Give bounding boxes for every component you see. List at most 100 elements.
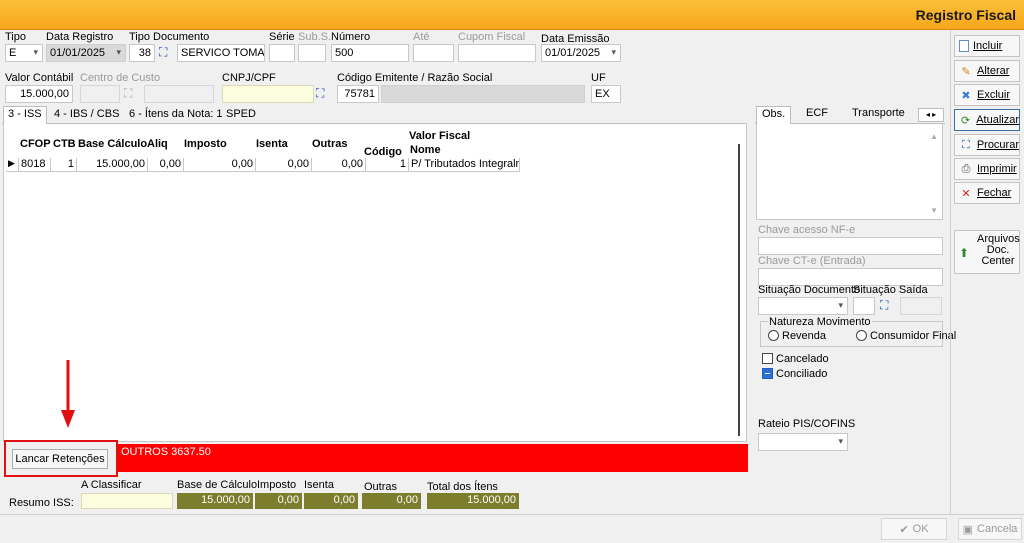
centro-custo-input[interactable] bbox=[80, 85, 120, 103]
chave-cte-label: Chave CT-e (Entrada) bbox=[758, 255, 866, 267]
codigo-emitente-label: Código Emitente / Razão Social bbox=[337, 72, 493, 84]
annotation-arrow-icon bbox=[61, 360, 75, 428]
scroll-down-icon[interactable]: ▼ bbox=[930, 206, 938, 215]
cupom-fiscal-label: Cupom Fiscal bbox=[458, 31, 526, 43]
cell-ctb[interactable]: 1 bbox=[51, 158, 77, 172]
serie-label: Série bbox=[269, 31, 295, 43]
numero-input[interactable]: 500 bbox=[331, 44, 409, 62]
col-codigo[interactable]: Código bbox=[364, 146, 402, 158]
col-isenta[interactable]: Isenta bbox=[256, 138, 288, 150]
grid-scrollbar[interactable] bbox=[738, 144, 740, 436]
situacao-documento-select[interactable]: ▾ bbox=[758, 297, 848, 315]
arquivos-doc-center-button[interactable]: ⬆ Arquivos Doc. Center bbox=[954, 230, 1020, 274]
atualizar-button[interactable]: ⟳ Atualizar bbox=[954, 109, 1020, 131]
sidebar-divider bbox=[950, 30, 951, 514]
col-imposto[interactable]: Imposto bbox=[184, 138, 227, 150]
cell-aliq[interactable]: 0,00 bbox=[148, 158, 184, 172]
tab-obs[interactable]: Obs. bbox=[756, 106, 792, 125]
tab-ecf[interactable]: ECF bbox=[806, 107, 828, 119]
binoculars-icon[interactable]: ⛶ bbox=[316, 86, 324, 101]
cell-nome[interactable]: P/ Tributados Integralmer bbox=[409, 158, 520, 172]
excluir-button[interactable]: ✖ Excluir bbox=[954, 84, 1020, 106]
situacao-saida-label: Situação Saída bbox=[853, 284, 928, 296]
binoculars-icon[interactable]: ⛶ bbox=[159, 45, 167, 60]
outras-label: Outras bbox=[364, 481, 398, 493]
footer-divider bbox=[0, 514, 1024, 515]
close-icon: ✕ bbox=[961, 187, 971, 200]
refresh-icon: ⟳ bbox=[960, 114, 971, 127]
imposto-label: Imposto bbox=[257, 479, 297, 491]
codigo-emitente-input[interactable]: 75781 bbox=[337, 85, 379, 103]
base-calculo-total: 15.000,00 bbox=[177, 493, 253, 509]
tab-itens-nota[interactable]: 6 - Ítens da Nota: 1 bbox=[125, 107, 227, 121]
procurar-button[interactable]: ⛶ Procurar bbox=[954, 134, 1020, 156]
chevron-down-icon: ▾ bbox=[838, 436, 843, 446]
tab-scroll-arrows-icon[interactable]: ◂ ▸ bbox=[918, 108, 944, 122]
binoculars-icon[interactable]: ⛶ bbox=[880, 298, 888, 313]
check-icon: ✔ bbox=[899, 523, 909, 536]
tipo-documento-code[interactable]: 38 bbox=[129, 44, 155, 62]
chevron-down-icon: ▾ bbox=[116, 47, 121, 57]
col-base-calculo[interactable]: Base Cálculo bbox=[78, 138, 147, 150]
conciliado-checkbox[interactable]: Conciliado bbox=[762, 368, 827, 380]
incluir-button[interactable]: Incluir bbox=[954, 35, 1020, 57]
cancel-icon: ▣ bbox=[962, 523, 974, 536]
col-outras[interactable]: Outras bbox=[312, 138, 347, 150]
row-selector-icon: ▶ bbox=[6, 158, 19, 172]
sub-serie-input[interactable] bbox=[298, 44, 326, 62]
title-bar bbox=[0, 0, 1024, 30]
fechar-button[interactable]: ✕ Fechar bbox=[954, 182, 1020, 204]
page-icon bbox=[959, 40, 969, 52]
ate-label: Até bbox=[413, 31, 430, 43]
valor-contabil-label: Valor Contábil bbox=[5, 72, 74, 84]
imprimir-button[interactable]: ⎙ Imprimir bbox=[954, 158, 1020, 180]
cancela-button[interactable]: ▣ Cancela bbox=[958, 518, 1022, 540]
serie-input[interactable] bbox=[269, 44, 295, 62]
cell-outras[interactable]: 0,00 bbox=[312, 158, 366, 172]
centro-custo-desc bbox=[144, 85, 214, 103]
tipo-documento-label: Tipo Documento bbox=[129, 31, 210, 43]
lancar-retencoes-button[interactable]: Lancar Retenções bbox=[12, 449, 108, 469]
tipo-select[interactable]: E ▾ bbox=[5, 44, 43, 62]
radio-consumidor-final[interactable]: Consumidor Final bbox=[856, 330, 956, 342]
alterar-button[interactable]: ✎ Alterar bbox=[954, 60, 1020, 82]
col-ctb[interactable]: CTB bbox=[53, 138, 76, 150]
cell-cfop[interactable]: 8018 bbox=[19, 158, 51, 172]
tab-iss[interactable]: 3 - ISS bbox=[3, 106, 47, 125]
a-classificar-field bbox=[81, 493, 173, 509]
cupom-fiscal-input[interactable] bbox=[458, 44, 536, 62]
valor-contabil-input[interactable]: 15.000,00 bbox=[5, 85, 73, 103]
cancelado-checkbox[interactable]: Cancelado bbox=[762, 353, 829, 365]
tab-sped[interactable]: SPED bbox=[222, 107, 260, 121]
checkbox-checked-icon bbox=[762, 368, 773, 379]
data-emissao-input[interactable]: 01/01/2025 ▾ bbox=[541, 44, 621, 62]
razao-social-field bbox=[381, 85, 585, 103]
col-nome[interactable]: Nome bbox=[410, 144, 441, 156]
tab-transporte[interactable]: Transporte bbox=[852, 107, 905, 119]
data-registro-input[interactable]: 01/01/2025 ▾ bbox=[46, 44, 126, 62]
obs-textarea[interactable]: ▲ ▼ bbox=[756, 124, 943, 220]
radio-revenda[interactable]: Revenda bbox=[768, 330, 826, 342]
table-row[interactable]: ▶ 8018 1 15.000,00 0,00 0,00 0,00 0,00 1… bbox=[6, 158, 520, 172]
binoculars-icon[interactable]: ⛶ bbox=[124, 86, 132, 101]
cell-codigo[interactable]: 1 bbox=[366, 158, 409, 172]
situacao-saida-input[interactable] bbox=[853, 297, 875, 315]
cnpj-cpf-input[interactable] bbox=[222, 85, 314, 103]
chave-nfe-label: Chave acesso NF-e bbox=[758, 224, 856, 236]
chave-nfe-input[interactable] bbox=[758, 237, 943, 255]
window-title: Registro Fiscal bbox=[915, 7, 1016, 23]
ok-button[interactable]: ✔ OK bbox=[881, 518, 947, 540]
cell-imposto[interactable]: 0,00 bbox=[184, 158, 256, 172]
cell-isenta[interactable]: 0,00 bbox=[256, 158, 312, 172]
uf-input[interactable]: EX bbox=[591, 85, 621, 103]
scroll-up-icon[interactable]: ▲ bbox=[930, 132, 938, 141]
cell-base[interactable]: 15.000,00 bbox=[77, 158, 148, 172]
a-classificar-label: A Classificar bbox=[81, 479, 142, 491]
rateio-select[interactable]: ▾ bbox=[758, 433, 848, 451]
edit-icon: ✎ bbox=[961, 65, 971, 78]
tab-ibs-cbs[interactable]: 4 - IBS / CBS bbox=[50, 107, 123, 121]
col-aliq[interactable]: Aliq bbox=[147, 138, 168, 150]
col-cfop[interactable]: CFOP bbox=[20, 138, 51, 150]
ate-input[interactable] bbox=[413, 44, 454, 62]
sub-serie-label: Sub.S. bbox=[298, 31, 332, 43]
